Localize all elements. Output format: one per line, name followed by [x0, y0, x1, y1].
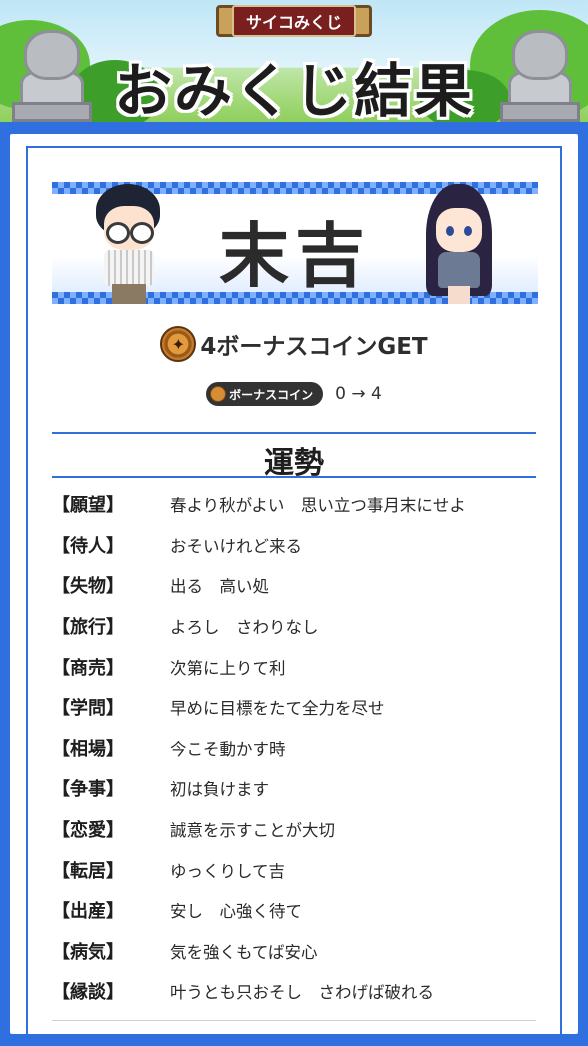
- fortune-row: 【待人】 おそいけれど来る: [52, 525, 542, 566]
- result-panel: 末吉 ✦ 4ボーナスコインGET ボーナスコイン 0 → 4 運勢 【願望】 春よ…: [10, 134, 578, 1046]
- fortune-label: 【失物】: [52, 576, 124, 598]
- fortune-row: 【願望】 春より秋がよい 思い立つ事月末にせよ: [52, 484, 542, 525]
- fortune-banner: 末吉: [52, 182, 538, 304]
- fortune-label: 【商売】: [52, 657, 124, 679]
- fortune-value: 今こそ動かす時: [170, 739, 286, 759]
- fortune-value: 誠意を示すことが大切: [170, 821, 335, 841]
- fortune-label: 【恋愛】: [52, 820, 124, 842]
- fortune-row: 【転居】 ゆっくりして吉: [52, 849, 542, 890]
- fortune-value: ゆっくりして吉: [170, 861, 286, 881]
- fortune-label: 【相場】: [52, 738, 124, 760]
- fortune-label: 【待人】: [52, 535, 124, 557]
- fortune-value: 初は負けます: [170, 780, 269, 800]
- bonus-coin-icon: ✦: [160, 326, 197, 362]
- bonus-coin-badge: ボーナスコイン: [206, 382, 324, 406]
- fortune-label: 【争事】: [52, 779, 124, 801]
- fortune-row: 【出産】 安し 心強く待て: [52, 890, 542, 931]
- coin-reward-text: 4ボーナスコインGET: [200, 334, 428, 360]
- fortune-value: 早めに目標をたて全力を尽せ: [170, 699, 385, 719]
- fortune-label: 【転居】: [52, 860, 124, 882]
- fortune-label: 【旅行】: [52, 617, 124, 639]
- fortune-row: 【争事】 初は負けます: [52, 768, 542, 809]
- bonus-coin-badge-label: ボーナスコイン: [229, 387, 314, 402]
- fortune-value: 春より秋がよい 思い立つ事月末にせよ: [170, 496, 466, 516]
- app-sign-label: サイコみくじ: [231, 5, 356, 37]
- fortune-value: 次第に上りて利: [170, 658, 286, 678]
- fortune-value: 叶うとも只おそし さわげば破れる: [170, 983, 434, 1003]
- fortune-row: 【縁談】 叶うとも只おそし さわげば破れる: [52, 971, 542, 1012]
- fortune-value: おそいけれど来る: [170, 536, 302, 556]
- fortune-row: 【失物】 出る 高い処: [52, 565, 542, 606]
- fortune-row: 【相場】 今こそ動かす時: [52, 728, 542, 769]
- girl-character-icon: [414, 182, 504, 304]
- coin-icon: [210, 386, 227, 402]
- fortune-value: 出る 高い処: [170, 577, 269, 597]
- list-divider: [52, 1020, 536, 1021]
- fortune-label: 【学問】: [52, 698, 124, 720]
- section-rule-top: [52, 432, 536, 434]
- fortune-row: 【恋愛】 誠意を示すことが大切: [52, 809, 542, 850]
- fortune-value: 気を強くもてば安心: [170, 942, 318, 962]
- page-title: おみくじ結果: [113, 57, 474, 122]
- coin-balance: ボーナスコイン 0 → 4: [10, 382, 578, 406]
- fortune-row: 【商売】 次第に上りて利: [52, 646, 542, 687]
- fortune-label: 【願望】: [52, 495, 124, 517]
- fortune-row: 【学問】 早めに目標をたて全力を尽せ: [52, 687, 542, 728]
- fortune-label: 【病気】: [52, 941, 124, 963]
- app-sign: サイコみくじ: [216, 5, 372, 37]
- fortune-list: 【願望】 春より秋がよい 思い立つ事月末にせよ 【待人】 おそいけれど来る 【失物】…: [52, 484, 542, 1012]
- fortune-label: 【縁談】: [52, 982, 124, 1004]
- coin-balance-change: 0 → 4: [335, 384, 382, 404]
- coin-reward: ✦ 4ボーナスコインGET: [10, 326, 578, 362]
- fortune-label: 【出産】: [52, 901, 124, 923]
- fortune-value: 安し 心強く待て: [170, 902, 302, 922]
- header-banner: サイコみくじ おみくじ結果: [0, 0, 588, 122]
- fortune-row: 【病気】 気を強くもてば安心: [52, 931, 542, 972]
- section-rule-bottom: [52, 476, 536, 478]
- fortune-row: 【旅行】 よろし さわりなし: [52, 606, 542, 647]
- fortune-value: よろし さわりなし: [170, 618, 319, 638]
